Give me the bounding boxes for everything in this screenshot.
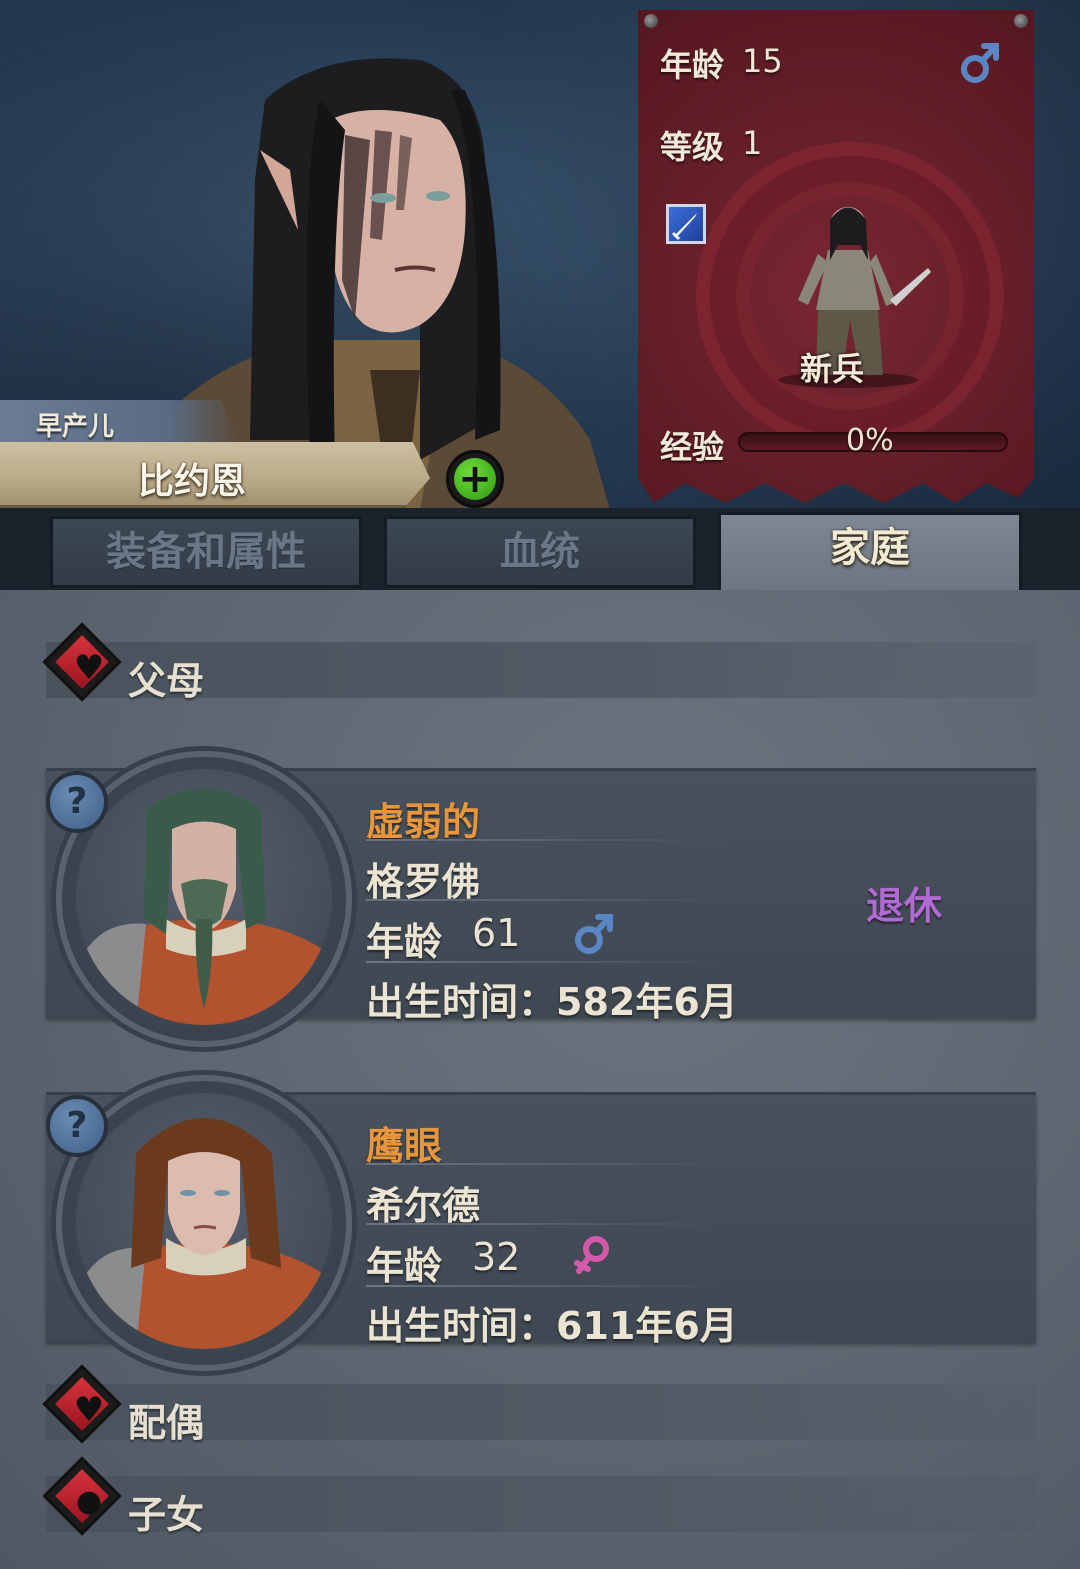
character-header: 早产儿 比约恩 + 年龄 15 等级 1 新兵 经验 0% [0, 0, 1080, 590]
mother-trait: 鹰眼 [366, 1124, 443, 1168]
father-age-label: 年龄 [366, 920, 443, 964]
divider [366, 961, 726, 963]
father-portrait [76, 769, 332, 1025]
section-parents-label: 父母 [128, 659, 205, 703]
tab-family[interactable]: 家庭 [718, 512, 1022, 596]
birth-trait-strip: 早产儿 [0, 400, 240, 442]
birth-trait-label: 早产儿 [36, 412, 115, 442]
father-age: 61 [472, 911, 521, 955]
heart-icon: ♥ [73, 648, 105, 688]
add-button[interactable]: + [446, 450, 504, 508]
level-label: 等级 [660, 128, 725, 166]
divider [366, 899, 726, 901]
parent-card-father[interactable]: ? 虚弱的 格罗佛 年龄 61 出生时间：582年6月 退休 [46, 751, 1036, 1047]
dagger-icon[interactable] [666, 204, 706, 244]
mother-portrait [76, 1093, 332, 1349]
mother-age: 32 [472, 1235, 521, 1279]
person-icon: ● [75, 1484, 103, 1519]
level-value: 1 [742, 124, 763, 162]
retired-status: 退休 [866, 884, 943, 928]
tab-bloodline[interactable]: 血统 [384, 516, 696, 588]
father-birth: 出生时间：582年6月 [366, 980, 738, 1024]
parent-card-mother[interactable]: ? 鹰眼 希尔德 年龄 32 出生时间：611年6月 [46, 1075, 1036, 1371]
xp-label: 经验 [660, 428, 725, 466]
help-icon[interactable]: ? [46, 771, 108, 833]
character-name-plate[interactable]: 比约恩 [0, 442, 430, 508]
male-icon [961, 43, 999, 83]
plus-icon: + [458, 456, 492, 502]
age-value: 15 [742, 42, 783, 80]
divider [366, 1163, 726, 1165]
heart-icon: ♥ [73, 1390, 105, 1430]
section-spouse-label: 配偶 [128, 1401, 205, 1445]
divider [366, 1223, 726, 1225]
tab-equipment[interactable]: 装备和属性 [50, 516, 362, 588]
xp-percent: 0% [846, 423, 894, 458]
male-icon [575, 914, 613, 954]
divider [366, 1285, 726, 1287]
female-icon [574, 1236, 609, 1274]
section-children[interactable]: ● 子女 [42, 1456, 1036, 1537]
section-children-label: 子女 [128, 1493, 205, 1537]
class-name: 新兵 [800, 350, 865, 388]
section-spouse[interactable]: ♥ 配偶 [42, 1364, 1036, 1445]
section-parents[interactable]: ♥ 父母 [42, 622, 1036, 703]
rivet-icon [644, 14, 658, 28]
character-name: 比约恩 [138, 461, 247, 502]
rivet-icon [1014, 14, 1028, 28]
age-label: 年龄 [660, 46, 725, 84]
father-trait: 虚弱的 [366, 800, 481, 844]
mother-birth: 出生时间：611年6月 [366, 1304, 738, 1348]
mother-age-label: 年龄 [366, 1244, 443, 1288]
help-icon[interactable]: ? [46, 1095, 108, 1157]
father-name: 格罗佛 [366, 860, 481, 904]
divider [366, 839, 726, 841]
mother-name: 希尔德 [366, 1184, 481, 1228]
